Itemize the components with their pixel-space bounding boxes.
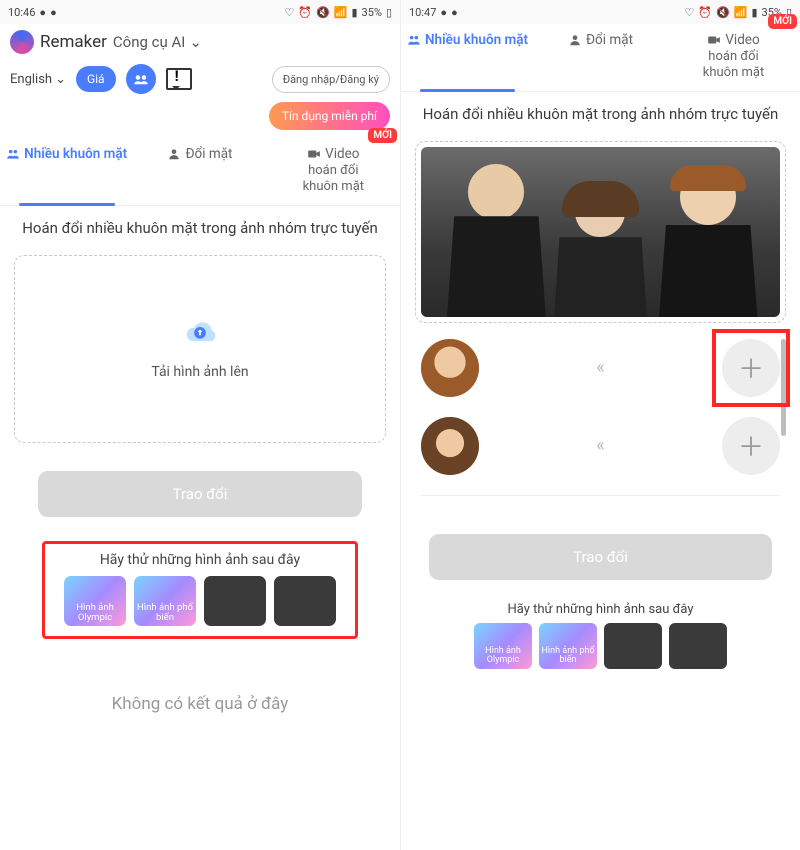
tools-dropdown[interactable]: Công cụ AI ⌄ bbox=[113, 33, 202, 51]
cloud-upload-icon bbox=[180, 318, 220, 346]
person-icon bbox=[167, 147, 181, 161]
messenger-icon: ● bbox=[50, 6, 57, 19]
heart-icon: ♡ bbox=[284, 6, 294, 19]
price-button[interactable]: Giá bbox=[76, 66, 116, 92]
signal-icon: ▮ bbox=[751, 6, 757, 19]
group-photo[interactable] bbox=[421, 147, 780, 317]
tabs: Nhiều khuôn mặt Đổi mặt Video hoán đổi k… bbox=[0, 138, 400, 206]
phone-right: 10:47 ● ● ♡ ⏰ 🔇 📶 ▮ 35% ▯ MỚI Nhiều khuô… bbox=[400, 0, 800, 850]
battery-text: 35% bbox=[362, 6, 382, 19]
feedback-icon[interactable] bbox=[166, 68, 192, 90]
tab-multi-face[interactable]: Nhiều khuôn mặt bbox=[0, 138, 133, 205]
tab-swap-face[interactable]: Đổi mặt bbox=[133, 138, 266, 205]
add-face-highlight: ＋ bbox=[722, 339, 780, 397]
sample-photo-1[interactable] bbox=[604, 623, 662, 669]
face-row-1: « ＋ bbox=[415, 339, 786, 397]
status-time: 10:46 bbox=[8, 6, 35, 19]
mute-icon: 🔇 bbox=[716, 6, 730, 19]
messenger-icon: ● bbox=[440, 6, 447, 19]
status-time: 10:47 bbox=[409, 6, 436, 19]
tab-swap-face[interactable]: Đổi mặt bbox=[534, 24, 667, 91]
tools-label: Công cụ AI bbox=[113, 33, 185, 51]
people-icon bbox=[407, 33, 421, 47]
chevron-down-icon: ⌄ bbox=[189, 33, 202, 51]
uploaded-image-box: ⭱ Tải lại bbox=[415, 141, 786, 323]
chevron-down-icon: ⌄ bbox=[55, 72, 66, 87]
detected-face-1[interactable] bbox=[421, 339, 479, 397]
face-mapping-list: « ＋ « ＋ bbox=[415, 339, 786, 496]
status-bar: 10:47 ● ● ♡ ⏰ 🔇 📶 ▮ 35% ▯ bbox=[401, 0, 800, 24]
wifi-icon: 📶 bbox=[334, 6, 348, 19]
language-select[interactable]: English ⌄ bbox=[10, 72, 66, 87]
signal-icon: ▮ bbox=[351, 6, 357, 19]
sample-olympic[interactable]: Hình ảnh Olympic bbox=[64, 576, 126, 626]
community-icon[interactable] bbox=[126, 64, 156, 94]
remaker-logo-icon bbox=[10, 30, 34, 54]
sample-photo-2[interactable] bbox=[669, 623, 727, 669]
messenger-icon: ● bbox=[451, 6, 458, 19]
swap-button-disabled: Trao đổi bbox=[429, 534, 772, 580]
page-subtitle: Hoán đổi nhiều khuôn mặt trong ảnh nhóm … bbox=[0, 206, 400, 254]
video-icon bbox=[307, 147, 321, 161]
toolbar: English ⌄ Giá Đăng nhập/Đăng ký bbox=[0, 60, 400, 102]
tabs: Nhiều khuôn mặt Đổi mặt Video hoán đổi k… bbox=[401, 24, 800, 92]
app-header: Remaker Công cụ AI ⌄ bbox=[0, 24, 400, 60]
video-icon bbox=[707, 33, 721, 47]
sample-olympic[interactable]: Hình ảnh Olympic bbox=[474, 623, 532, 669]
status-bar: 10:46 ● ● ♡ ⏰ 🔇 📶 ▮ 35% ▯ bbox=[0, 0, 400, 24]
mute-icon: 🔇 bbox=[316, 6, 330, 19]
page-subtitle: Hoán đổi nhiều khuôn mặt trong ảnh nhóm … bbox=[401, 92, 800, 140]
alarm-icon: ⏰ bbox=[298, 6, 312, 19]
try-title: Hãy thử những hình ảnh sau đây bbox=[435, 602, 766, 617]
no-result-text: Không có kết quả ở đây bbox=[14, 694, 386, 714]
wifi-icon: 📶 bbox=[734, 6, 748, 19]
upload-area[interactable]: Tải hình ảnh lên bbox=[14, 255, 386, 443]
sample-popular[interactable]: Hình ảnh phổ biến bbox=[539, 623, 597, 669]
upload-label: Tải hình ảnh lên bbox=[151, 364, 248, 380]
battery-icon: ▯ bbox=[386, 6, 392, 19]
sample-photo-1[interactable] bbox=[204, 576, 266, 626]
free-credits-button[interactable]: Tín dụng miễn phí bbox=[269, 102, 390, 130]
detected-face-2[interactable] bbox=[421, 417, 479, 475]
add-target-face-button[interactable]: ＋ bbox=[722, 339, 780, 397]
messenger-icon: ● bbox=[39, 6, 46, 19]
tab-multi-face[interactable]: Nhiều khuôn mặt bbox=[401, 24, 534, 91]
brand-name: Remaker bbox=[40, 32, 107, 52]
face-row-2: « ＋ bbox=[415, 417, 786, 475]
swap-button-disabled: Trao đổi bbox=[38, 471, 362, 517]
heart-icon: ♡ bbox=[684, 6, 694, 19]
chevron-left-icon: « bbox=[493, 435, 708, 456]
sample-photo-2[interactable] bbox=[274, 576, 336, 626]
try-title: Hãy thử những hình ảnh sau đây bbox=[53, 552, 347, 568]
chevron-left-icon: « bbox=[493, 357, 708, 378]
people-icon bbox=[6, 147, 20, 161]
try-samples-box: Hãy thử những hình ảnh sau đây Hình ảnh … bbox=[429, 596, 772, 677]
add-target-face-button[interactable]: ＋ bbox=[722, 417, 780, 475]
tab-video-swap[interactable]: Video hoán đổi khuôn mặt bbox=[267, 138, 400, 205]
phone-left: 10:46 ● ● ♡ ⏰ 🔇 📶 ▮ 35% ▯ Remaker Công c… bbox=[0, 0, 400, 850]
person-icon bbox=[568, 33, 582, 47]
try-samples-box: Hãy thử những hình ảnh sau đây Hình ảnh … bbox=[42, 541, 358, 639]
sample-popular[interactable]: Hình ảnh phổ biến bbox=[134, 576, 196, 626]
alarm-icon: ⏰ bbox=[698, 6, 712, 19]
auth-button[interactable]: Đăng nhập/Đăng ký bbox=[272, 66, 390, 93]
tab-video-swap[interactable]: Video hoán đổi khuôn mặt bbox=[667, 24, 800, 91]
